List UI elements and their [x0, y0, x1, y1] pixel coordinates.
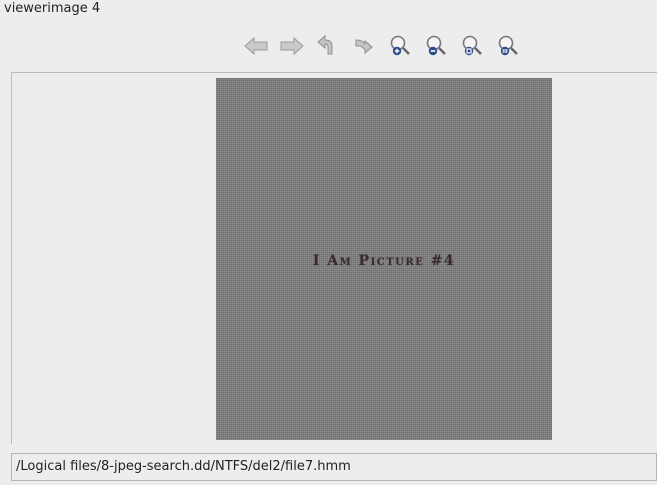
image-caption: I Am Picture #4 — [312, 253, 456, 269]
zoom-fit-icon — [462, 35, 482, 56]
window-title: viewerimage 4 — [4, 1, 101, 16]
zoom-original-icon — [498, 35, 518, 56]
image-viewport[interactable]: I Am Picture #4 — [11, 72, 657, 444]
arrow-right-icon — [280, 36, 304, 56]
back-button[interactable] — [242, 33, 270, 59]
arrow-left-icon — [244, 36, 268, 56]
rotate-left-button[interactable] — [314, 33, 342, 59]
zoom-in-button[interactable] — [386, 33, 414, 59]
zoom-out-icon — [426, 35, 446, 56]
file-path-field[interactable]: /Logical files/8-jpeg-search.dd/NTFS/del… — [11, 453, 657, 481]
zoom-original-button[interactable] — [494, 33, 522, 59]
toolbar — [242, 33, 522, 59]
rotate-right-icon — [355, 39, 373, 55]
forward-button[interactable] — [278, 33, 306, 59]
zoom-in-icon — [390, 35, 410, 56]
rotate-right-button[interactable] — [350, 33, 378, 59]
rotate-left-icon — [317, 34, 333, 55]
zoom-out-button[interactable] — [422, 33, 450, 59]
zoom-fit-button[interactable] — [458, 33, 486, 59]
displayed-image: I Am Picture #4 — [216, 78, 552, 440]
